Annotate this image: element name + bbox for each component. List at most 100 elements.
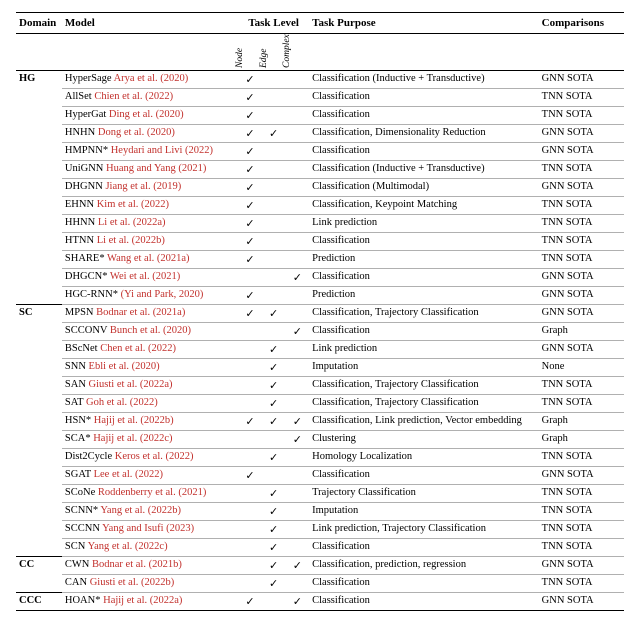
comparison-cell: TNN SOTA (539, 485, 624, 503)
node-check (238, 521, 262, 539)
node-check (238, 485, 262, 503)
model-cell: CAN Giusti et al. (2022b) (62, 575, 238, 593)
complex-check (285, 413, 309, 431)
citation-link[interactable]: Jiang et al. (2019) (105, 181, 181, 192)
citation-link[interactable]: Yang and Isufi (2023) (102, 523, 194, 534)
complex-check (285, 269, 309, 287)
model-name: EHNN (65, 199, 97, 210)
model-name: SCNN* (65, 505, 101, 516)
check-icon (269, 488, 278, 500)
table-row: HGC-RNN* (Yi and Park, 2020)PredictionGN… (16, 287, 624, 305)
model-cell: HTNN Li et al. (2022b) (62, 233, 238, 251)
model-name: UniGNN (65, 163, 106, 174)
node-check (238, 71, 262, 89)
citation-link[interactable]: Dong et al. (2020) (98, 127, 175, 138)
citation-link[interactable]: (Yi and Park, 2020) (121, 289, 204, 300)
citation-link[interactable]: Hajij et al. (2022a) (103, 595, 182, 606)
complex-check (285, 359, 309, 377)
citation-link[interactable]: Chen et al. (2022) (100, 343, 176, 354)
table-row: SNN Ebli et al. (2020)ImputationNone (16, 359, 624, 377)
model-name: SCN (65, 541, 88, 552)
model-name: HTNN (65, 235, 97, 246)
purpose-cell: Classification, Keypoint Matching (309, 197, 539, 215)
citation-link[interactable]: Hajij et al. (2022c) (93, 433, 172, 444)
purpose-cell: Link prediction (309, 341, 539, 359)
citation-link[interactable]: Heydari and Livi (2022) (111, 145, 213, 156)
model-cell: HyperSage Arya et al. (2020) (62, 71, 238, 89)
complex-check (285, 233, 309, 251)
node-check (238, 269, 262, 287)
complex-check (285, 377, 309, 395)
comparison-cell: None (539, 359, 624, 377)
citation-link[interactable]: Ding et al. (2020) (109, 109, 184, 120)
citation-link[interactable]: Ebli et al. (2020) (89, 361, 160, 372)
node-check (238, 539, 262, 557)
edge-check (262, 449, 286, 467)
model-name: AllSet (65, 91, 94, 102)
complex-check (285, 521, 309, 539)
check-icon (269, 524, 278, 536)
check-icon (269, 578, 278, 590)
citation-link[interactable]: Wei et al. (2021) (110, 271, 180, 282)
citation-link[interactable]: Li et al. (2022a) (98, 217, 166, 228)
edge-check (262, 341, 286, 359)
header-row: Domain Model Task Level Task Purpose Com… (16, 13, 624, 34)
citation-link[interactable]: Yang et al. (2022c) (88, 541, 168, 552)
purpose-cell: Classification, prediction, regression (309, 557, 539, 575)
edge-check (262, 179, 286, 197)
citation-link[interactable]: Wang et al. (2021a) (107, 253, 190, 264)
node-check (238, 323, 262, 341)
table-row: HNHN Dong et al. (2020)Classification, D… (16, 125, 624, 143)
comparison-cell: TNN SOTA (539, 89, 624, 107)
model-name: SHARE* (65, 253, 107, 264)
table-row: SCA* Hajij et al. (2022c)ClusteringGraph (16, 431, 624, 449)
edge-check (262, 215, 286, 233)
check-icon (293, 326, 302, 338)
check-icon (269, 308, 278, 320)
comparison-cell: TNN SOTA (539, 503, 624, 521)
table-row: EHNN Kim et al. (2022) Classification, Ke… (16, 197, 624, 215)
citation-link[interactable]: Bodnar et al. (2021b) (92, 559, 182, 570)
purpose-cell: Classification (309, 575, 539, 593)
model-cell: SCCONV Bunch et al. (2020) (62, 323, 238, 341)
complex-check (285, 215, 309, 233)
citation-link[interactable]: Kim et al. (2022) (97, 199, 169, 210)
edge-check (262, 503, 286, 521)
citation-link[interactable]: Chien et al. (2022) (94, 91, 173, 102)
model-cell: BScNet Chen et al. (2022) (62, 341, 238, 359)
node-check (238, 467, 262, 485)
model-name: SCoNe (65, 487, 98, 498)
comparison-cell: GNN SOTA (539, 143, 624, 161)
check-icon (245, 182, 254, 194)
citation-link[interactable]: Giusti et al. (2022b) (90, 577, 175, 588)
model-cell: DHGNN Jiang et al. (2019) (62, 179, 238, 197)
check-icon (269, 362, 278, 374)
citation-link[interactable]: Li et al. (2022b) (97, 235, 165, 246)
citation-link[interactable]: Arya et al. (2020) (114, 73, 189, 84)
citation-link[interactable]: Roddenberry et al. (2021) (98, 487, 206, 498)
citation-link[interactable]: Hajij et al. (2022b) (94, 415, 174, 426)
comparison-cell: TNN SOTA (539, 197, 624, 215)
model-name: SAT (65, 397, 86, 408)
citation-link[interactable]: Yang et al. (2022b) (100, 505, 181, 516)
table-row: SAT Goh et al. (2022)Classification, Tra… (16, 395, 624, 413)
citation-link[interactable]: Huang and Yang (2021) (106, 163, 206, 174)
check-icon (245, 254, 254, 266)
edge-check (262, 107, 286, 125)
purpose-cell: Classification (309, 233, 539, 251)
check-icon (245, 110, 254, 122)
col-comparisons: Comparisons (539, 13, 624, 34)
comparison-cell: GNN SOTA (539, 341, 624, 359)
edge-check (262, 395, 286, 413)
model-name: HGC-RNN* (65, 289, 121, 300)
citation-link[interactable]: Goh et al. (2022) (86, 397, 158, 408)
citation-link[interactable]: Giusti et al. (2022a) (89, 379, 173, 390)
table-row: DHGCN* Wei et al. (2021)ClassificationGN… (16, 269, 624, 287)
subcol-node: Node (235, 58, 245, 68)
citation-link[interactable]: Lee et al. (2022) (94, 469, 163, 480)
model-name: DHGNN (65, 181, 106, 192)
citation-link[interactable]: Bunch et al. (2020) (110, 325, 191, 336)
citation-link[interactable]: Bodnar et al. (2021a) (96, 307, 185, 318)
citation-link[interactable]: Keros et al. (2022) (115, 451, 194, 462)
comparison-cell: TNN SOTA (539, 377, 624, 395)
